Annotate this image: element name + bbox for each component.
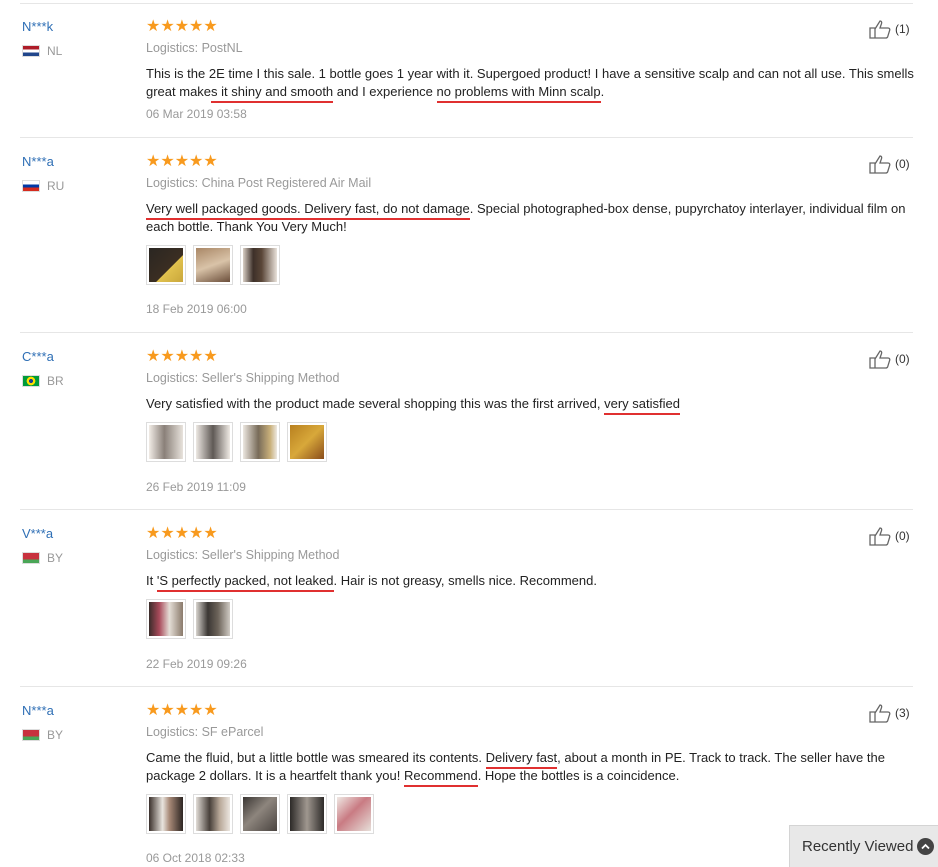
- logistics-label: Logistics: Seller's Shipping Method: [146, 371, 340, 385]
- review-photo[interactable]: [240, 422, 280, 462]
- review-item: C***a BR ★★★★★ Logistics: Seller's Shipp…: [0, 349, 938, 510]
- country-code: BY: [47, 728, 64, 742]
- review-photos: [146, 794, 374, 834]
- reviewer-name[interactable]: N***a: [22, 154, 54, 169]
- flag-by-icon: [22, 552, 40, 564]
- reviewer-name[interactable]: V***a: [22, 526, 53, 541]
- star-rating: ★★★★★: [146, 348, 218, 365]
- divider: [20, 686, 913, 687]
- review-photo[interactable]: [334, 794, 374, 834]
- reviewer-name[interactable]: N***k: [22, 19, 53, 34]
- helpful-button[interactable]: (0): [868, 349, 910, 369]
- thumbs-up-icon: [869, 20, 891, 39]
- star-rating: ★★★★★: [146, 702, 218, 719]
- reviewer-name[interactable]: C***a: [22, 349, 54, 364]
- review-photo[interactable]: [240, 794, 280, 834]
- country-code: BY: [47, 551, 64, 565]
- logistics-label: Logistics: China Post Registered Air Mai…: [146, 176, 372, 190]
- review-text: Very satisfied with the product made sev…: [146, 395, 916, 415]
- flag-by-icon: [22, 729, 40, 741]
- review-photo[interactable]: [193, 599, 233, 639]
- review-item: N***k NL ★★★★★ Logistics: PostNL This is…: [0, 19, 938, 138]
- review-date: 26 Feb 2019 11:09: [146, 480, 246, 494]
- review-photo[interactable]: [146, 599, 186, 639]
- review-photos: [146, 422, 327, 462]
- recently-viewed-button[interactable]: Recently Viewed: [789, 825, 938, 867]
- thumbs-up-icon: [869, 527, 891, 546]
- review-photo[interactable]: [287, 422, 327, 462]
- helpful-button[interactable]: (3): [868, 703, 910, 723]
- review-photo[interactable]: [146, 422, 186, 462]
- logistics-label: Logistics: PostNL: [146, 41, 243, 55]
- review-date: 06 Oct 2018 02:33: [146, 851, 245, 865]
- reviewer-name[interactable]: N***a: [22, 703, 54, 718]
- reviewer-country: BR: [22, 374, 64, 388]
- reviewer-country: RU: [22, 179, 64, 193]
- review-text: It 'S perfectly packed, not leaked. Hair…: [146, 572, 916, 592]
- review-text: Very well packaged goods. Delivery fast,…: [146, 201, 906, 234]
- review-text: Came the fluid, but a little bottle was …: [146, 749, 916, 787]
- review-date: 18 Feb 2019 06:00: [146, 302, 247, 316]
- helpful-count: (3): [895, 706, 910, 720]
- flag-ru-icon: [22, 180, 40, 192]
- helpful-button[interactable]: (1): [868, 19, 910, 39]
- flag-nl-icon: [22, 45, 40, 57]
- country-code: RU: [47, 179, 65, 193]
- helpful-count: (0): [895, 529, 910, 543]
- chevron-up-icon: [917, 838, 934, 855]
- review-item: N***a RU ★★★★★ Logistics: China Post Reg…: [0, 154, 938, 333]
- review-date: 06 Mar 2019 03:58: [146, 107, 247, 121]
- review-photo[interactable]: [146, 794, 186, 834]
- thumbs-up-icon: [869, 350, 891, 369]
- review-photo[interactable]: [240, 245, 280, 285]
- helpful-button[interactable]: (0): [868, 526, 910, 546]
- country-code: NL: [47, 44, 63, 58]
- divider: [20, 137, 913, 138]
- flag-br-icon: [22, 375, 40, 387]
- reviewer-country: BY: [22, 728, 63, 742]
- divider: [20, 509, 913, 510]
- review-photo[interactable]: [193, 245, 233, 285]
- helpful-button[interactable]: (0): [868, 154, 910, 174]
- divider: [20, 3, 913, 4]
- review-photos: [146, 245, 280, 285]
- reviewer-country: NL: [22, 44, 62, 58]
- star-rating: ★★★★★: [146, 18, 218, 35]
- reviewer-country: BY: [22, 551, 63, 565]
- helpful-count: (0): [895, 352, 910, 366]
- review-item: V***a BY ★★★★★ Logistics: Seller's Shipp…: [0, 526, 938, 687]
- review-photo[interactable]: [193, 794, 233, 834]
- star-rating: ★★★★★: [146, 153, 218, 170]
- recently-viewed-label: Recently Viewed: [802, 838, 914, 855]
- review-photos: [146, 599, 233, 639]
- helpful-count: (1): [895, 22, 910, 36]
- review-text: This is the 2E time I this sale. 1 bottl…: [146, 65, 916, 103]
- helpful-count: (0): [895, 157, 910, 171]
- review-photo[interactable]: [287, 794, 327, 834]
- logistics-label: Logistics: SF eParcel: [146, 725, 264, 739]
- thumbs-up-icon: [869, 155, 891, 174]
- country-code: BR: [47, 374, 64, 388]
- thumbs-up-icon: [869, 704, 891, 723]
- review-photo[interactable]: [193, 422, 233, 462]
- review-date: 22 Feb 2019 09:26: [146, 657, 247, 671]
- divider: [20, 332, 913, 333]
- review-photo[interactable]: [146, 245, 186, 285]
- logistics-label: Logistics: Seller's Shipping Method: [146, 548, 340, 562]
- star-rating: ★★★★★: [146, 525, 218, 542]
